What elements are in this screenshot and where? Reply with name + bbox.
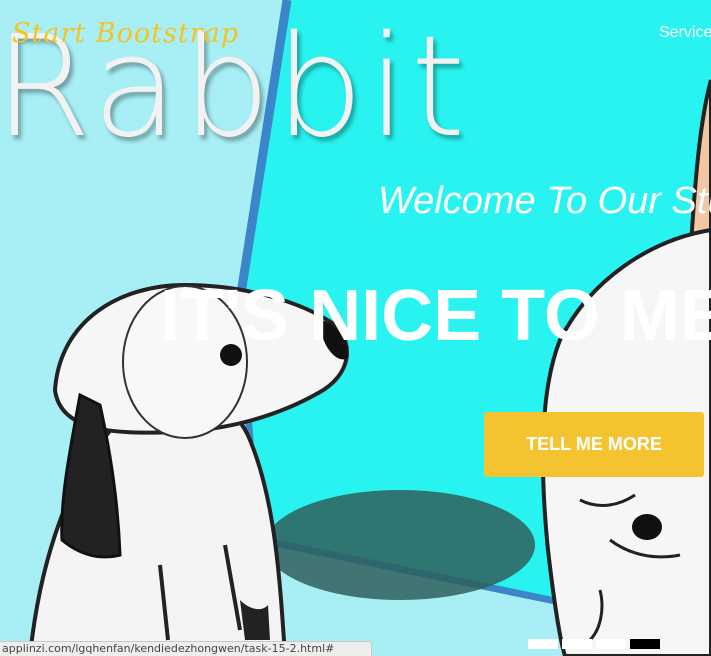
hero-subheading: Welcome To Our Studio! [378,180,711,222]
hero-section: Rabbit Start Bootstrap Services Welcome … [0,0,711,656]
dog-shadow [265,490,535,600]
rabbit-eye [632,514,662,540]
browser-status-bar: applinzi.com/lgqhenfan/kendiedezhongwen/… [0,641,372,656]
carousel-indicator-4[interactable] [630,639,660,649]
carousel-indicator-3[interactable] [596,639,626,649]
nav-link-services[interactable]: Services [659,24,711,42]
hero-heading: IT'S NICE TO MEET YOU [160,276,711,356]
carousel-indicator-2[interactable] [562,639,592,649]
tell-me-more-button[interactable]: TELL ME MORE [484,412,704,477]
carousel-indicator-1[interactable] [528,639,558,649]
navbar-brand[interactable]: Start Bootstrap [12,18,239,49]
